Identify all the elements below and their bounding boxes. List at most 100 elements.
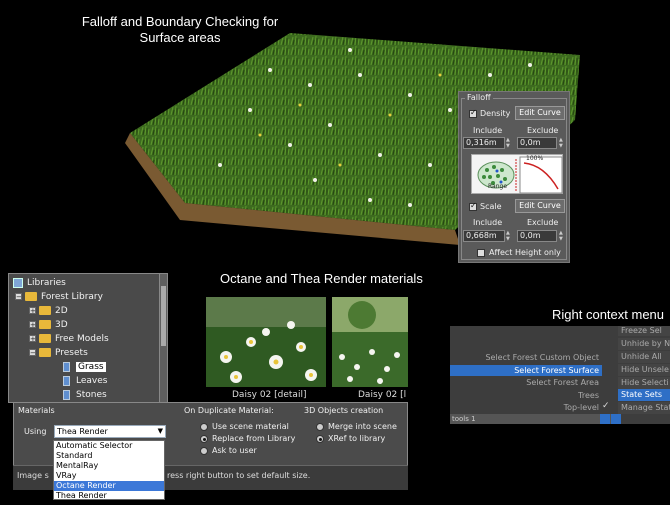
libraries-tree-panel: Libraries − Forest Library +2D +3D + Free … <box>8 273 168 403</box>
material-thumbnail-daisy-large[interactable] <box>332 297 408 387</box>
density-exclude-arrows[interactable]: ▲ ▼ <box>559 137 565 149</box>
expand-icon[interactable]: + <box>29 307 36 315</box>
folder-icon <box>39 320 51 329</box>
material-thumbnail-daisy-detail[interactable] <box>206 297 326 387</box>
tree-item-label: Stones <box>76 390 107 400</box>
expand-icon[interactable]: + <box>29 335 36 343</box>
renderer-option-automatic-selector[interactable]: Automatic Selector <box>54 441 164 451</box>
folder-icon <box>39 306 51 315</box>
preset-icon <box>63 361 70 372</box>
libraries-scrollbar[interactable] <box>159 274 167 402</box>
checkmark-icon: ✓ <box>602 401 610 411</box>
graph-top-label: 100% <box>526 155 544 162</box>
radio-replace-from-library[interactable] <box>200 435 208 443</box>
tree-item-3d[interactable]: +3D <box>29 319 68 332</box>
renderer-option-vray[interactable]: VRay <box>54 471 164 481</box>
libraries-icon <box>13 277 23 288</box>
tree-item-leaves[interactable]: Leaves <box>63 375 107 388</box>
menu-item-state-sets[interactable]: State Sets <box>618 389 670 401</box>
scale-exclude-arrows[interactable]: ▲ ▼ <box>559 230 565 242</box>
tree-item-presets[interactable]: − Presets <box>29 347 88 360</box>
tree-item-label: Free Models <box>55 334 109 344</box>
preset-icon <box>63 375 70 386</box>
radio-label: Use scene material <box>212 422 289 431</box>
tree-item-forest-library[interactable]: − Forest Library <box>15 291 103 304</box>
radio-xref-to-library[interactable] <box>316 435 324 443</box>
menu-item-unhide-all[interactable]: Unhide All <box>618 351 670 363</box>
scale-include-label: Include <box>473 218 503 227</box>
menu-item-unhide-by-name[interactable]: Unhide by N <box>618 338 670 350</box>
radio-label: Ask to user <box>212 446 257 455</box>
tree-item-grass[interactable]: Grass <box>63 361 106 374</box>
renderer-option-octane[interactable]: Octane Render <box>54 481 164 491</box>
affect-height-label: Affect Height only <box>489 248 561 257</box>
scale-exclude-spinner[interactable]: 0,0m <box>517 230 557 242</box>
tree-item-stones[interactable]: Stones <box>63 389 107 402</box>
menu-item-select-forest-surface[interactable]: Select Forest Surface <box>450 365 602 376</box>
folder-icon <box>25 292 37 301</box>
scale-include-arrows[interactable]: ▲ ▼ <box>506 230 512 242</box>
menu-item-manage-state-sets[interactable]: Manage Stat <box>618 402 670 414</box>
renderer-option-mentalray[interactable]: MentalRay <box>54 461 164 471</box>
renderer-option-standard[interactable]: Standard <box>54 451 164 461</box>
scale-edit-curve-button[interactable]: Edit Curve <box>515 199 565 213</box>
falloff-panel: Falloff Density Edit Curve Include Exclu… <box>458 91 570 263</box>
density-include-spinner[interactable]: 0,316m <box>463 137 505 149</box>
tree-item-free-models[interactable]: + Free Models <box>29 333 109 346</box>
renderer-dropdown-list: Automatic Selector Standard MentalRay VR… <box>53 440 165 500</box>
folder-icon <box>39 334 51 343</box>
menu-item-top-level[interactable]: Top-level <box>450 402 602 413</box>
status-text-right: ress right button to set default size. <box>167 471 311 480</box>
libraries-header[interactable]: Libraries <box>13 277 66 290</box>
thumbnail-label-daisy-detail: Daisy 02 [detail] <box>232 390 307 400</box>
radio-use-scene-material[interactable] <box>200 423 208 431</box>
density-label: Density <box>480 109 511 118</box>
density-include-arrows[interactable]: ▲ ▼ <box>506 137 512 149</box>
collapse-icon[interactable]: − <box>29 349 36 357</box>
tree-item-label: Grass <box>76 362 106 372</box>
density-edit-curve-button[interactable]: Edit Curve <box>515 106 565 120</box>
radio-label: Merge into scene <box>328 422 397 431</box>
scrollbar-thumb[interactable] <box>161 286 166 346</box>
density-include-label: Include <box>473 126 503 135</box>
affect-height-checkbox[interactable] <box>477 249 485 257</box>
tree-item-label: 3D <box>55 320 68 330</box>
chevron-down-icon[interactable]: ▼ <box>158 426 163 437</box>
menu-item-select-forest-area[interactable]: Select Forest Area <box>450 377 602 388</box>
caption-materials: Octane and Thea Render materials <box>220 271 423 286</box>
expand-icon[interactable]: + <box>29 321 36 329</box>
renderer-option-thea[interactable]: Thea Render <box>54 491 164 501</box>
collapse-icon[interactable]: − <box>15 293 22 301</box>
libraries-header-label: Libraries <box>27 278 66 288</box>
using-label: Using <box>24 427 47 436</box>
scale-label: Scale <box>480 202 502 211</box>
scale-include-spinner[interactable]: 0,668m <box>463 230 505 242</box>
menu-item-hide-selection[interactable]: Hide Selecti <box>618 377 670 389</box>
falloff-range-graphic: Range 100% <box>471 154 563 194</box>
radio-ask-to-user[interactable] <box>200 447 208 455</box>
menu-item-select-forest-custom-object[interactable]: Select Forest Custom Object <box>450 352 602 363</box>
caption-context-menu: Right context menu <box>552 307 665 322</box>
right-context-menu: Select Forest Custom Object Select Fores… <box>450 326 670 424</box>
density-exclude-label: Exclude <box>527 126 559 135</box>
renderer-select[interactable]: Thea Render ▼ <box>54 425 166 438</box>
scale-exclude-label: Exclude <box>527 218 559 227</box>
on-duplicate-label: On Duplicate Material: <box>184 406 274 415</box>
density-exclude-spinner[interactable]: 0,0m <box>517 137 557 149</box>
status-text-left: Image s <box>17 471 49 480</box>
scale-checkbox[interactable] <box>469 201 477 211</box>
menu-item-trees[interactable]: Trees <box>450 390 602 401</box>
tree-item-2d[interactable]: +2D <box>29 305 68 318</box>
materials-label: Materials <box>18 406 55 415</box>
radio-merge-into-scene[interactable] <box>316 423 324 431</box>
density-checkbox[interactable] <box>469 108 477 118</box>
menu-footer-marker <box>611 414 621 424</box>
falloff-title: Falloff <box>465 93 493 102</box>
menu-item-freeze-selection[interactable]: Freeze Sel <box>618 326 670 336</box>
renderer-select-value: Thea Render <box>57 427 108 436</box>
range-label: Range <box>488 183 508 190</box>
menu-footer-label: tools 1 <box>452 415 476 423</box>
tree-item-label: Presets <box>55 348 88 358</box>
menu-item-hide-unselected[interactable]: Hide Unsele <box>618 364 670 376</box>
tree-item-label: 2D <box>55 306 68 316</box>
